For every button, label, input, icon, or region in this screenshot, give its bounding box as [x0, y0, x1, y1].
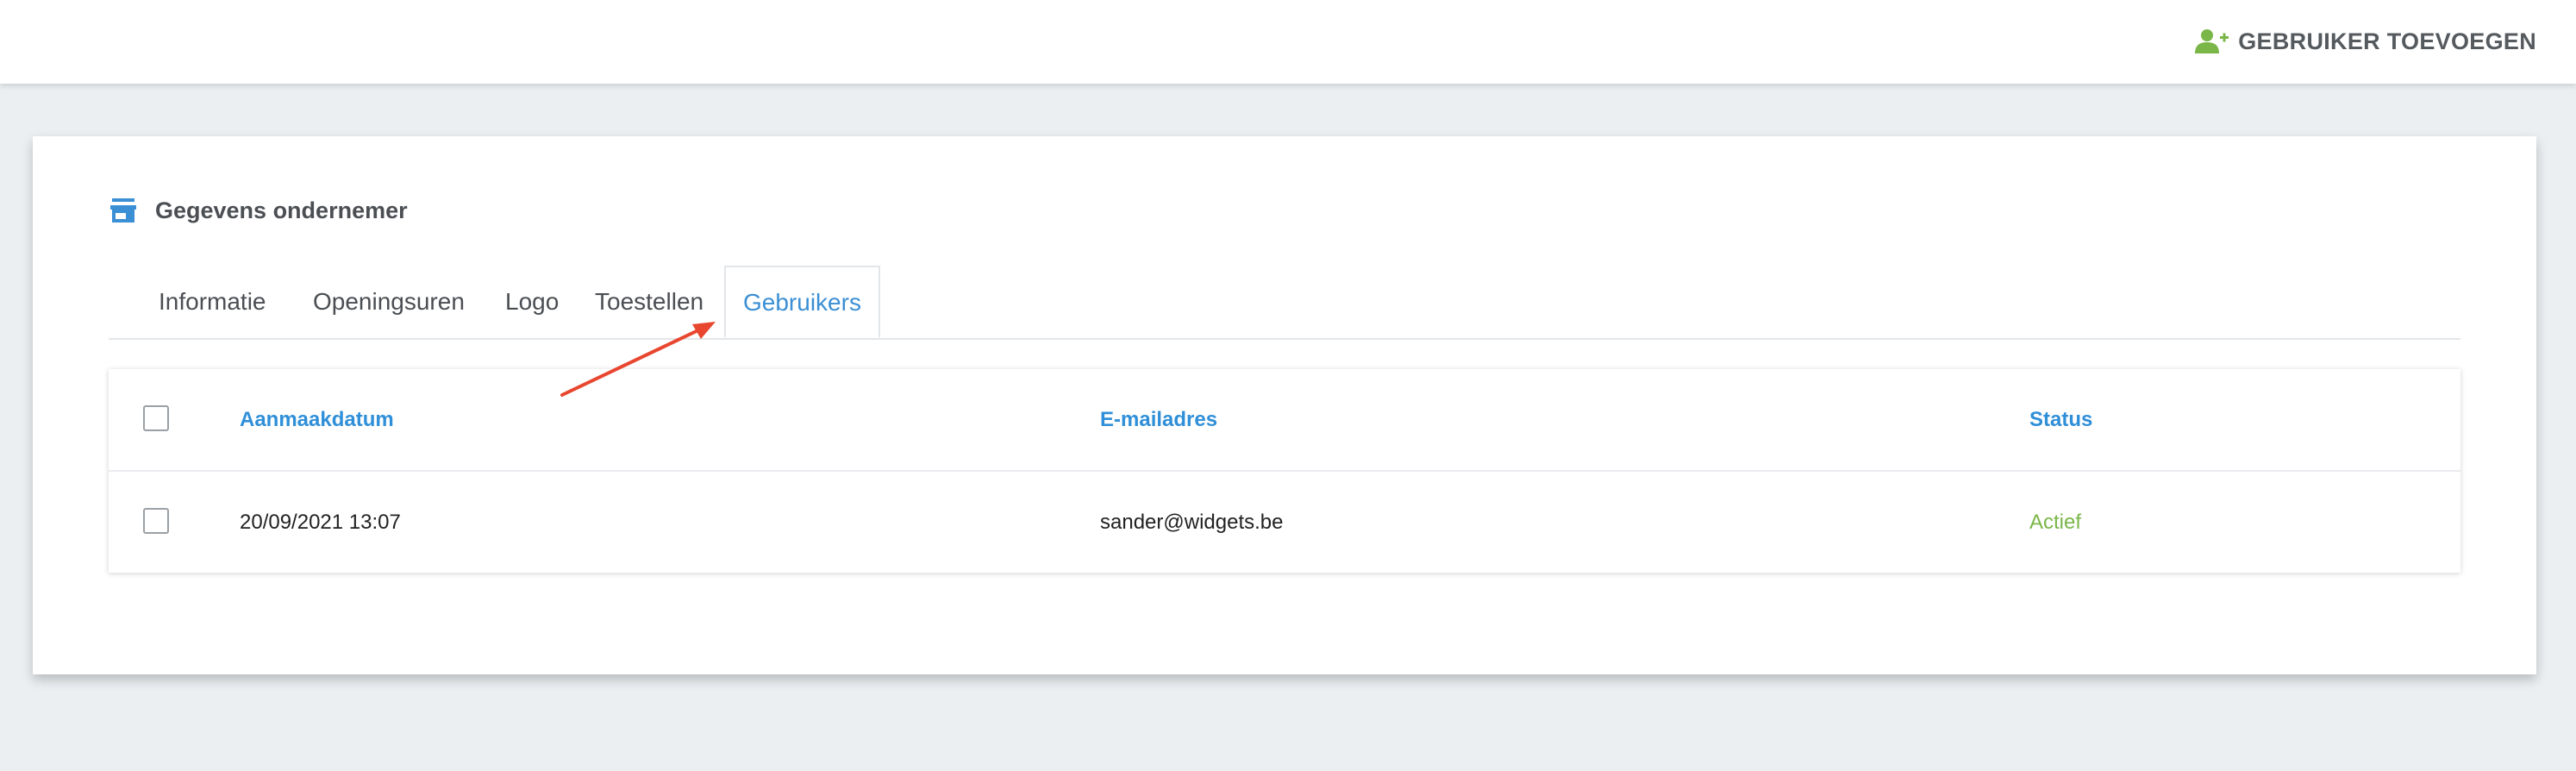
- top-bar: GEBRUIKER TOEVOEGEN: [0, 0, 2576, 84]
- cell-created: 20/09/2021 13:07: [240, 511, 401, 534]
- card-header: Gegevens ondernemer: [110, 193, 408, 228]
- users-table: Aanmaakdatum E-mailadres Status 20/09/20…: [109, 369, 2460, 573]
- tab-informatie[interactable]: Informatie: [159, 266, 266, 338]
- business-details-card: Gegevens ondernemer Informatie Openingsu…: [33, 136, 2536, 674]
- tab-logo[interactable]: Logo: [505, 266, 559, 338]
- column-header-email[interactable]: E-mailadres: [1100, 369, 1217, 470]
- tab-gebruikers[interactable]: Gebruikers: [724, 266, 880, 338]
- row-checkbox[interactable]: [143, 508, 169, 534]
- cell-email: sander@widgets.be: [1100, 511, 1284, 534]
- column-header-created[interactable]: Aanmaakdatum: [240, 369, 394, 470]
- column-header-status[interactable]: Status: [2029, 369, 2092, 470]
- add-user-button[interactable]: GEBRUIKER TOEVOEGEN: [2195, 24, 2536, 59]
- tab-toestellen[interactable]: Toestellen: [595, 266, 703, 338]
- table-header-row: Aanmaakdatum E-mailadres Status: [109, 369, 2460, 472]
- add-user-label: GEBRUIKER TOEVOEGEN: [2238, 28, 2536, 54]
- tab-openingsuren[interactable]: Openingsuren: [313, 266, 465, 338]
- tab-bar: Informatie Openingsuren Logo Toestellen …: [109, 266, 2460, 340]
- card-title: Gegevens ondernemer: [155, 197, 408, 223]
- select-all-checkbox[interactable]: [143, 405, 169, 431]
- table-row[interactable]: 20/09/2021 13:07 sander@widgets.be Actie…: [109, 472, 2460, 573]
- store-icon: [110, 198, 136, 223]
- cell-status: Actief: [2029, 511, 2082, 534]
- user-plus-icon: [2195, 29, 2229, 53]
